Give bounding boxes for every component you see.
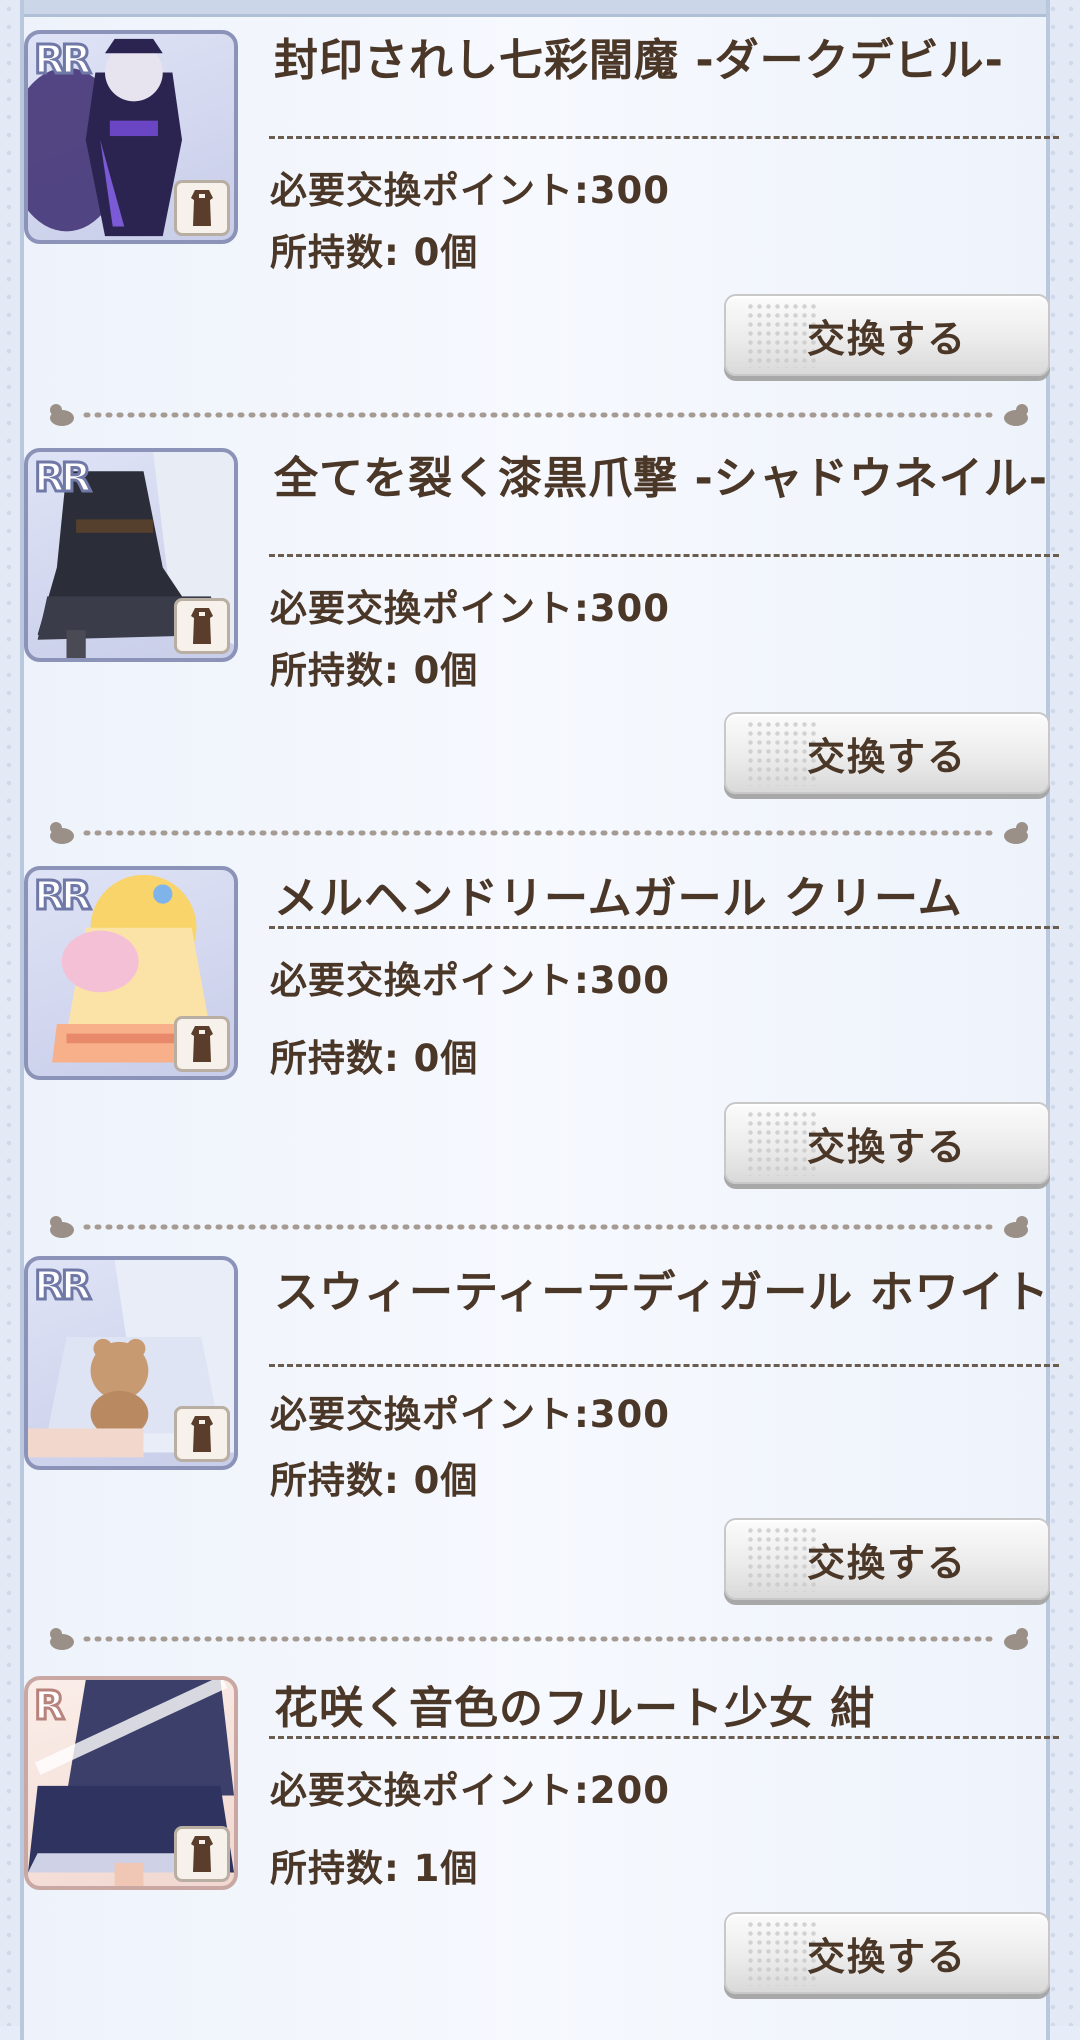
item-thumbnail[interactable]: RR [24, 866, 238, 1080]
title-divider [269, 554, 1059, 557]
owned-count: 所持数: 0個 [270, 1037, 479, 1080]
item-title: スウィーティーテディガール ホワイト [274, 1267, 1050, 1318]
dress-icon [174, 180, 230, 236]
owned-count: 所持数: 0個 [270, 1459, 479, 1502]
rarity-badge: R [33, 1683, 67, 1730]
item-title: 封印されし七彩闇魔 -ダークデビル- [274, 35, 1004, 86]
required-points: 必要交換ポイント:300 [270, 169, 671, 212]
owned-count: 所持数: 1個 [270, 1847, 479, 1890]
title-divider [269, 136, 1059, 139]
dress-icon [174, 598, 230, 654]
duck-icon [1004, 1628, 1028, 1650]
rarity-badge: RR [33, 37, 94, 84]
item-title: 全てを裂く漆黒爪撃 -シャドウネイル- [274, 453, 1048, 504]
section-divider [44, 1624, 1034, 1654]
owned-count: 所持数: 0個 [270, 231, 479, 274]
duck-icon [1004, 1216, 1028, 1238]
required-points: 必要交換ポイント:200 [270, 1769, 671, 1812]
required-points: 必要交換ポイント:300 [270, 587, 671, 630]
title-divider [269, 926, 1059, 929]
duck-icon [50, 822, 74, 844]
duck-icon [50, 1628, 74, 1650]
duck-icon [1004, 404, 1028, 426]
rarity-badge: RR [33, 873, 94, 920]
duck-icon [50, 404, 74, 426]
required-points: 必要交換ポイント:300 [270, 959, 671, 1002]
item-thumbnail[interactable]: RR [24, 1256, 238, 1470]
section-divider [44, 400, 1034, 430]
rarity-badge: RR [33, 1263, 94, 1310]
item-thumbnail[interactable]: RR [24, 448, 238, 662]
title-divider [269, 1736, 1059, 1739]
exchange-button[interactable]: 交換する [724, 1102, 1050, 1184]
title-divider [269, 1364, 1059, 1367]
item-thumbnail[interactable]: RR [24, 30, 238, 244]
duck-icon [50, 1216, 74, 1238]
section-divider [44, 1212, 1034, 1242]
exchange-button[interactable]: 交換する [724, 1518, 1050, 1600]
item-thumbnail[interactable]: R [24, 1676, 238, 1890]
exchange-button[interactable]: 交換する [724, 712, 1050, 794]
dress-icon [174, 1016, 230, 1072]
duck-icon [1004, 822, 1028, 844]
required-points: 必要交換ポイント:300 [270, 1393, 671, 1436]
rarity-badge: RR [33, 455, 94, 502]
dress-icon [174, 1826, 230, 1882]
owned-count: 所持数: 0個 [270, 649, 479, 692]
exchange-button[interactable]: 交換する [724, 1912, 1050, 1994]
exchange-button[interactable]: 交換する [724, 294, 1050, 376]
item-title: メルヘンドリームガール クリーム [274, 873, 963, 924]
dress-icon [174, 1406, 230, 1462]
item-title: 花咲く音色のフルート少女 紺 [274, 1683, 876, 1734]
section-divider [44, 818, 1034, 848]
